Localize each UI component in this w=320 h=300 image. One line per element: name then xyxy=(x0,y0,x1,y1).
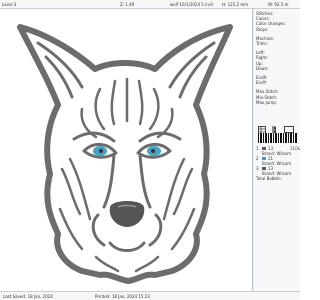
ruler-icon[interactable] xyxy=(270,120,278,135)
design-canvas[interactable] xyxy=(0,9,253,291)
panel-toolbar xyxy=(258,120,298,135)
height-label: H: 125.2 mm xyxy=(222,2,249,7)
width-label: W: 92.5 m xyxy=(268,2,289,7)
max-jump-label: Max.Jump: xyxy=(256,99,278,105)
brow-lines xyxy=(72,131,182,143)
color-swatch xyxy=(262,147,266,150)
forehead-fur xyxy=(80,77,174,139)
wolf-embroidery-design xyxy=(17,24,233,284)
grid-icon[interactable] xyxy=(258,120,266,135)
file-label: wolf 10/1/2024 5 inch xyxy=(170,2,214,7)
color-swatch xyxy=(262,157,266,160)
color-sequence-table: 1 13 110x Brand: Wilcom 2 21 Brand: Wilcom 3 13 B… xyxy=(254,146,300,181)
color-swatch xyxy=(262,167,266,170)
info-bar: Level 3 Z: 1.49 wolf 10/1/2024 5 inch H:… xyxy=(0,0,300,9)
level-label: Level 3 xyxy=(2,2,17,7)
app-window: Level 3 Z: 1.49 wolf 10/1/2024 5 inch H:… xyxy=(0,0,300,300)
printed-label: Printed: 18 Jan, 2024 15:23 xyxy=(95,294,150,299)
right-eye-pupil xyxy=(151,149,155,153)
total-bobbin-label: Total Bobbin: xyxy=(256,176,282,181)
zoom-label: Z: 1.49 xyxy=(120,2,135,7)
left-eye-pupil xyxy=(99,149,103,153)
status-bar: Last Saved: 18 Jan, 2024 Printed: 18 Jan… xyxy=(0,291,300,300)
barcode xyxy=(258,133,298,143)
last-saved-label: Last Saved: 18 Jan, 2024 xyxy=(3,294,53,299)
monitor-icon[interactable] xyxy=(284,120,294,135)
